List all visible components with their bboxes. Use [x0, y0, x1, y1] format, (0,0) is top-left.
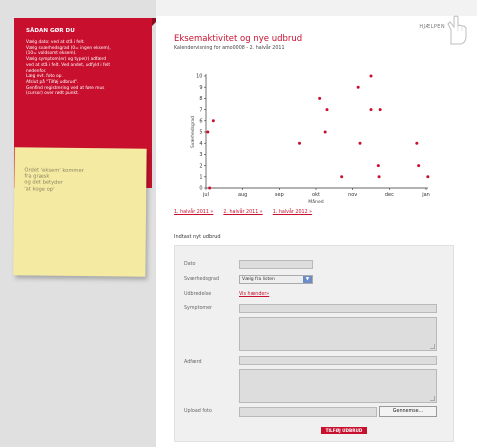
- x-tick-label: sep: [275, 192, 284, 198]
- y-tick-label: 7: [199, 107, 202, 113]
- data-point[interactable]: [206, 130, 210, 134]
- date-label: Dato: [184, 262, 196, 267]
- data-point[interactable]: [208, 186, 212, 190]
- y-tick-label: 1: [199, 175, 202, 181]
- page: SÅDAN GØR DU Vælg dato: ved at stå i fel…: [0, 0, 477, 447]
- data-point[interactable]: [356, 85, 360, 89]
- main-content: HJÆLPEN Eksemaktivitet og nye udbrud Kal…: [156, 0, 477, 447]
- howto-title: SÅDAN GØR DU: [26, 28, 75, 34]
- y-tick-label: 2: [199, 163, 202, 169]
- y-tick-label: 3: [199, 152, 202, 158]
- resize-handle-icon[interactable]: [430, 396, 435, 401]
- new-outbreak-heading: Indtast nyt udbrud: [174, 234, 221, 240]
- period-link-h1-2012[interactable]: 1. halvår 2012 »: [273, 210, 312, 215]
- y-tick-label: 9: [199, 85, 202, 91]
- add-outbreak-button[interactable]: TILFØJ UDBRUD: [321, 427, 367, 434]
- x-axis-label: Måned: [308, 198, 324, 205]
- data-point[interactable]: [358, 141, 362, 145]
- y-tick-label: 8: [199, 96, 202, 102]
- severity-select[interactable]: Vælg fra listen ▼: [239, 275, 313, 284]
- sticky-note: Ordet 'eksem' kommer fra græsk og det be…: [13, 147, 147, 277]
- data-point[interactable]: [377, 175, 381, 179]
- resize-handle-icon[interactable]: [430, 344, 435, 349]
- data-point[interactable]: [417, 164, 421, 168]
- period-link-h2-2011[interactable]: 2. halvår 2011 »: [223, 210, 262, 215]
- behavior-label: Adfærd: [184, 360, 202, 365]
- period-link-h1-2011[interactable]: 1. halvår 2011 »: [174, 210, 213, 215]
- severity-select-value: Vælg fra listen: [242, 277, 275, 282]
- y-tick-label: 0: [199, 186, 202, 192]
- severity-chart: 0 1 2 3 4 5 6 7 8 9 10 jul aug sep okt nov dec jan Måned Sv…: [190, 74, 430, 205]
- spread-label: Udbredelse: [184, 292, 212, 297]
- upload-label: Upload foto: [184, 409, 212, 414]
- y-axis-label: Sværhedsgrad: [190, 116, 196, 148]
- upload-file-field[interactable]: [239, 407, 377, 417]
- data-point[interactable]: [211, 119, 215, 123]
- severity-label: Sværhedsgrad: [184, 277, 220, 282]
- data-point[interactable]: [325, 108, 329, 112]
- behavior-textarea[interactable]: [239, 369, 437, 403]
- data-point[interactable]: [376, 164, 380, 168]
- data-point[interactable]: [323, 130, 327, 134]
- sticky-note-text: Ordet 'eksem' kommer fra græsk og det be…: [24, 167, 84, 193]
- symptoms-label: Symptomer: [184, 306, 213, 311]
- x-tick-label: nov: [348, 192, 357, 198]
- x-tick-label: dec: [385, 192, 394, 198]
- data-point[interactable]: [340, 175, 344, 179]
- data-point[interactable]: [369, 108, 373, 112]
- behavior-select-field[interactable]: [239, 356, 437, 365]
- x-tick-label: jan: [421, 192, 430, 198]
- date-input[interactable]: [239, 260, 313, 269]
- data-point[interactable]: [415, 141, 419, 145]
- data-point[interactable]: [369, 74, 373, 78]
- chevron-down-icon: ▼: [303, 276, 312, 283]
- outbreak-form: Dato Sværhedsgrad Vælg fra listen ▼ Udbr…: [174, 245, 454, 442]
- browse-button[interactable]: Gennemse...: [379, 406, 437, 417]
- y-tick-label: 10: [196, 74, 202, 80]
- data-point[interactable]: [318, 96, 322, 100]
- sidebar: SÅDAN GØR DU Vælg dato: ved at stå i fel…: [0, 0, 160, 447]
- data-point[interactable]: [298, 141, 301, 145]
- data-point[interactable]: [426, 175, 430, 179]
- y-tick-label: 4: [199, 141, 202, 147]
- howto-lines: Vælg dato: ved at stå i felt. Vælg sværh…: [26, 40, 140, 97]
- data-point[interactable]: [378, 108, 382, 112]
- symptoms-textarea[interactable]: [239, 317, 437, 351]
- x-tick-label: jul: [202, 192, 209, 198]
- y-tick-label: 6: [199, 119, 202, 125]
- x-tick-label: aug: [238, 192, 247, 198]
- show-hands-link[interactable]: Vis hænder»: [239, 292, 269, 297]
- symptoms-select-field[interactable]: [239, 304, 437, 313]
- period-nav: 1. halvår 2011 » 2. halvår 2011 » 1. hal…: [174, 210, 312, 215]
- y-tick-label: 5: [199, 130, 202, 136]
- howto-line: (cursor) over rødt punkt.: [26, 91, 80, 97]
- x-tick-label: okt: [312, 192, 320, 198]
